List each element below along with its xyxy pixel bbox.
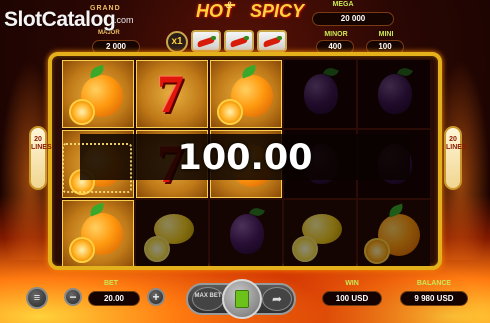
spin-button[interactable]: [222, 279, 262, 319]
symbol-plum: [210, 200, 282, 266]
symbol-orange: [62, 200, 134, 266]
mega-jackpot-label: MEGA: [332, 1, 354, 8]
minus-icon: −: [69, 290, 77, 304]
win-highlight-border: [62, 143, 132, 193]
title-ampersand: &: [226, 0, 233, 10]
menu-icon: ≡: [33, 292, 41, 304]
pepper-stem: [244, 36, 249, 40]
orange-slice-icon: [69, 99, 95, 125]
max-bet-button[interactable]: MAX BET: [192, 287, 224, 311]
bet-label: BET: [104, 280, 118, 287]
symbol-lemon: [284, 200, 356, 266]
bet-value: 20.00: [88, 291, 140, 306]
symbol-lemon: [136, 200, 208, 266]
symbol-orange: [210, 60, 282, 128]
title-word-spicy: SPICY: [250, 1, 305, 21]
autoplay-button[interactable]: ➦: [262, 287, 292, 311]
autoplay-arrow-icon: ➦: [271, 292, 283, 306]
balance-label: BALANCE: [416, 280, 452, 287]
slot-game-screen: SlotCatalog .com GRAND MAJOR 2 000 HOT S…: [0, 0, 490, 323]
lines-indicator-left: 20 LINES: [29, 126, 52, 190]
symbol-plum: [358, 60, 430, 128]
pepper-meter-1: [191, 30, 221, 52]
spin-icon: [235, 290, 249, 308]
mini-jackpot-label: MINI: [378, 31, 394, 38]
symbol-seven: 7: [136, 60, 208, 128]
pepper-meter-3: [257, 30, 287, 52]
multiplier-badge: x1: [166, 31, 188, 53]
minor-jackpot-label: MINOR: [324, 31, 348, 38]
watermark-brand: SlotCatalog: [4, 8, 116, 31]
game-title: HOT SPICY: [180, 1, 320, 22]
dim-overlay: [136, 200, 208, 266]
win-label: WIN: [345, 280, 359, 287]
watermark-logo: SlotCatalog: [4, 8, 116, 32]
symbol-plum: [284, 60, 356, 128]
pepper-stem: [277, 36, 282, 40]
balance-value: 9 980 USD: [400, 291, 468, 306]
win-value: 100 USD: [322, 291, 382, 306]
dim-overlay: [358, 60, 430, 128]
dim-overlay: [210, 200, 282, 266]
watermark-sub: .com: [114, 15, 134, 25]
mega-jackpot-value: 20 000: [312, 12, 394, 26]
menu-button[interactable]: ≡: [26, 287, 48, 309]
dim-overlay: [284, 60, 356, 128]
bet-decrease-button[interactable]: −: [64, 288, 82, 306]
plus-icon: +: [152, 290, 160, 304]
symbol-orange: [358, 200, 430, 266]
orange-slice-icon: [217, 99, 243, 125]
pepper-stem: [211, 36, 216, 40]
symbol-orange: [62, 60, 134, 128]
dim-overlay: [284, 200, 356, 266]
seven-icon: 7: [157, 64, 184, 124]
lines-indicator-right: 20 LINES: [444, 126, 467, 190]
bet-increase-button[interactable]: +: [147, 288, 165, 306]
orange-slice-icon: [69, 237, 95, 263]
pepper-meter-2: [224, 30, 254, 52]
dim-overlay: [358, 200, 430, 266]
